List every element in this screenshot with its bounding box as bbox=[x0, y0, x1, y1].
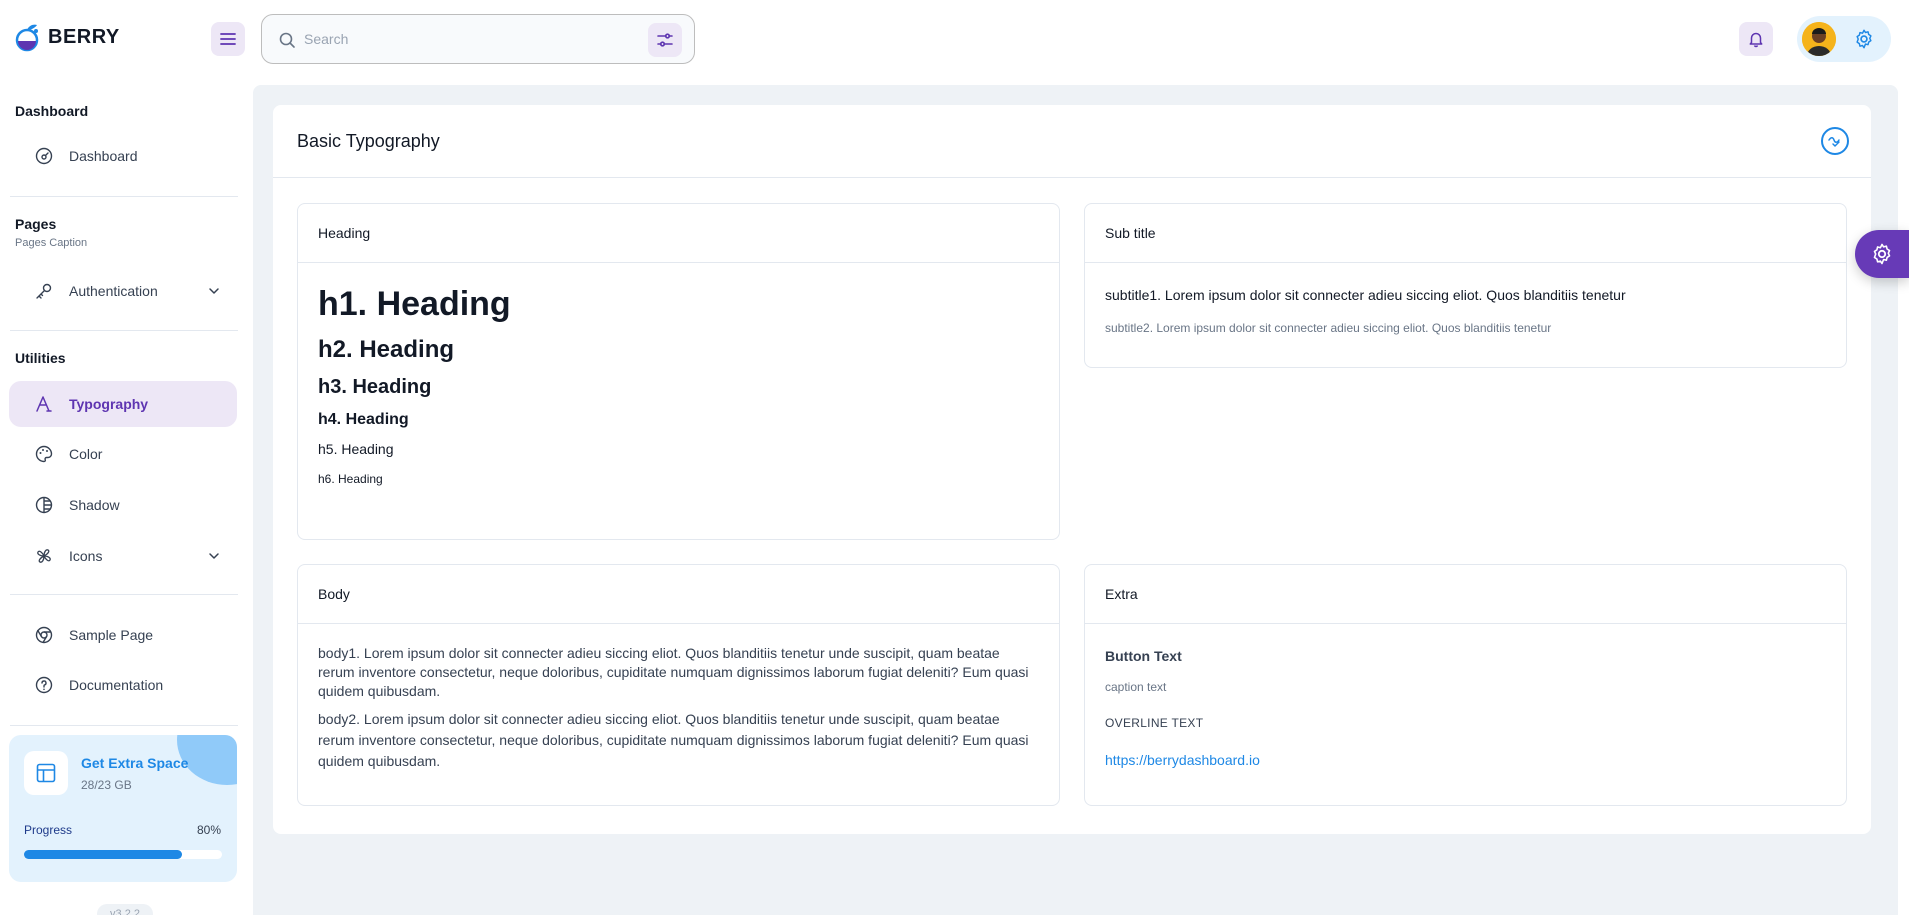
sidebar-item-label: Authentication bbox=[69, 283, 158, 299]
nav-caption-pages: Pages bbox=[15, 216, 57, 232]
extra-card-title: Extra bbox=[1085, 565, 1846, 624]
chevron-down-icon bbox=[209, 553, 219, 559]
notifications-button[interactable] bbox=[1739, 22, 1773, 56]
sliders-icon bbox=[657, 33, 673, 47]
subtitle-card-body: subtitle1. Lorem ipsum dolor sit connect… bbox=[1085, 263, 1846, 355]
shadow-icon bbox=[35, 496, 53, 514]
typography-card: Basic Typography Heading h1. Heading h2.… bbox=[273, 105, 1871, 834]
page-title: Basic Typography bbox=[297, 131, 440, 151]
nav-caption-utilities: Utilities bbox=[15, 350, 66, 366]
sidebar-item-label: Dashboard bbox=[69, 148, 138, 164]
h3-sample: h3. Heading bbox=[318, 376, 432, 398]
key-icon bbox=[36, 283, 52, 299]
chevron-down-icon bbox=[209, 288, 219, 294]
menu-toggle-button[interactable] bbox=[211, 22, 245, 56]
h2-sample: h2. Heading bbox=[318, 336, 455, 363]
gear-icon bbox=[1856, 29, 1872, 49]
sidebar-item-label: Icons bbox=[69, 548, 103, 564]
overline-sample: OVERLINE TEXT bbox=[1105, 716, 1204, 730]
search-input[interactable] bbox=[304, 27, 634, 51]
body1-sample: body1. Lorem ipsum dolor sit connecter a… bbox=[318, 645, 1029, 699]
sidebar-item-color[interactable]: Color bbox=[9, 431, 237, 477]
promo-progress-fill bbox=[24, 850, 183, 859]
card-action-button[interactable] bbox=[1821, 127, 1849, 155]
logo[interactable]: BERRY bbox=[14, 22, 120, 52]
search-icon bbox=[279, 32, 295, 48]
search-filter-button[interactable] bbox=[648, 23, 682, 57]
brand-name: BERRY bbox=[48, 25, 120, 48]
caption-sample: caption text bbox=[1105, 680, 1167, 694]
sidebar-item-sample-page[interactable]: Sample Page bbox=[9, 612, 237, 658]
sidebar-item-documentation[interactable]: Documentation bbox=[9, 662, 237, 708]
bell-icon bbox=[1749, 32, 1763, 48]
sidebar-item-dashboard[interactable]: Dashboard bbox=[9, 133, 237, 179]
subtitle1-sample: subtitle1. Lorem ipsum dolor sit connect… bbox=[1105, 287, 1626, 303]
heading-card-title: Heading bbox=[298, 204, 1059, 263]
windmill-icon bbox=[37, 549, 51, 563]
sidebar-item-label: Shadow bbox=[69, 497, 120, 513]
h5-sample: h5. Heading bbox=[318, 441, 394, 457]
avatar bbox=[1802, 22, 1836, 56]
button-text-sample: Button Text bbox=[1105, 648, 1182, 664]
typography-icon bbox=[36, 396, 52, 412]
sidebar-divider bbox=[10, 725, 238, 726]
body2-sample: body2. Lorem ipsum dolor sit connecter a… bbox=[318, 711, 1029, 769]
h1-sample: h1. Heading bbox=[318, 285, 511, 323]
nav-subcaption-pages: Pages Caption bbox=[15, 237, 88, 249]
table-icon bbox=[36, 763, 56, 783]
sidebar-item-label: Typography bbox=[69, 396, 149, 412]
promo-icon-box bbox=[24, 751, 68, 795]
promo-subtitle: 28/23 GB bbox=[81, 778, 132, 792]
sidebar-item-icons[interactable]: Icons bbox=[9, 533, 237, 579]
body-card-body: body1. Lorem ipsum dolor sit connecter a… bbox=[298, 624, 1059, 792]
body-card: Body body1. Lorem ipsum dolor sit connec… bbox=[297, 564, 1060, 806]
sidebar-item-typography[interactable]: Typography bbox=[9, 381, 237, 427]
extra-card-body: Button Text caption text OVERLINE TEXT h… bbox=[1085, 624, 1846, 790]
sidebar-divider bbox=[10, 594, 238, 595]
header: BERRY bbox=[0, 0, 1909, 85]
h6-sample: h6. Heading bbox=[318, 472, 383, 486]
h4-sample: h4. Heading bbox=[318, 411, 409, 428]
promo-title: Get Extra Space bbox=[81, 755, 189, 771]
sidebar-divider bbox=[10, 196, 238, 197]
main-content: Basic Typography Heading h1. Heading h2.… bbox=[253, 85, 1898, 915]
brand-chrome-icon bbox=[35, 626, 53, 644]
nav-caption-dashboard: Dashboard bbox=[15, 103, 89, 119]
heading-card: Heading h1. Heading h2. Heading h3. Head… bbox=[297, 203, 1060, 540]
subtitle2-sample: subtitle2. Lorem ipsum dolor sit connect… bbox=[1105, 321, 1552, 335]
berry-logo-icon bbox=[15, 24, 39, 52]
avatar-icon bbox=[1802, 22, 1836, 56]
sidebar-item-label: Sample Page bbox=[69, 627, 154, 643]
sidebar-item-label: Documentation bbox=[69, 677, 164, 693]
extra-card: Extra Button Text caption text OVERLINE … bbox=[1084, 564, 1847, 806]
storage-promo-card[interactable]: Get Extra Space 28/23 GB Progress 80% bbox=[9, 735, 237, 882]
promo-progress-bar bbox=[24, 850, 222, 859]
help-icon bbox=[35, 676, 53, 694]
shape-icon bbox=[1828, 137, 1840, 147]
heading-card-body: h1. Heading h2. Heading h3. Heading h4. … bbox=[298, 263, 1059, 506]
customize-settings-button[interactable] bbox=[1855, 230, 1909, 278]
sidebar-divider bbox=[10, 330, 238, 331]
subtitle-card: Sub title subtitle1. Lorem ipsum dolor s… bbox=[1084, 203, 1847, 368]
body-card-title: Body bbox=[298, 565, 1059, 624]
sidebar-item-label: Color bbox=[69, 446, 103, 462]
subtitle-card-title: Sub title bbox=[1085, 204, 1846, 263]
promo-progress-label: Progress bbox=[24, 823, 73, 837]
sidebar-item-shadow[interactable]: Shadow bbox=[9, 482, 237, 528]
card-header: Basic Typography bbox=[273, 105, 1871, 178]
palette-icon bbox=[35, 445, 53, 463]
profile-chip[interactable] bbox=[1797, 16, 1891, 62]
search-box bbox=[261, 14, 695, 64]
promo-progress-value: 80% bbox=[196, 823, 221, 837]
berry-dashboard-link[interactable]: https://berrydashboard.io bbox=[1105, 752, 1260, 768]
version-chip: v3.2.2 bbox=[97, 904, 153, 915]
dashboard-icon bbox=[35, 147, 53, 165]
gear-icon bbox=[1873, 243, 1891, 265]
menu-icon bbox=[220, 33, 236, 45]
sidebar: Dashboard Dashboard Pages Pages Caption … bbox=[0, 85, 250, 915]
sidebar-item-authentication[interactable]: Authentication bbox=[9, 268, 237, 314]
